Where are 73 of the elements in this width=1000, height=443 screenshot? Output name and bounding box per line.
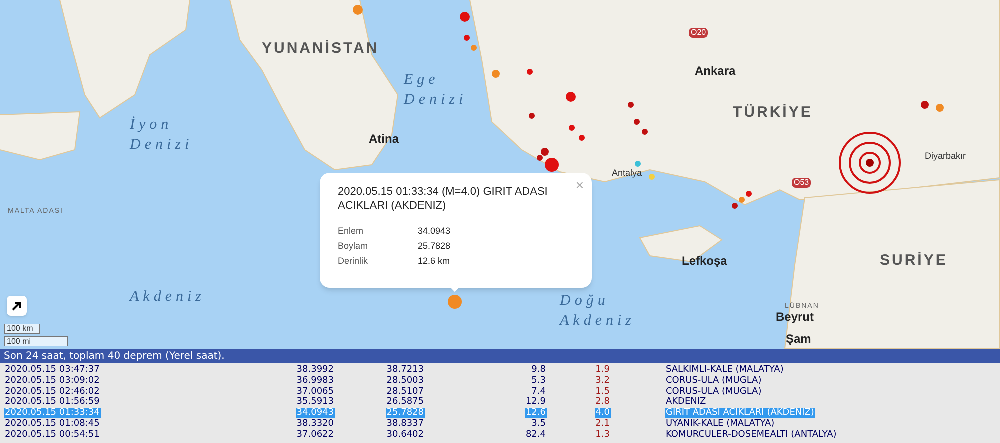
- place-label: Beyrut: [776, 309, 814, 326]
- table-cell[interactable]: 1.9: [594, 365, 611, 375]
- earthquake-marker[interactable]: [471, 45, 477, 51]
- table-cell[interactable]: KOMURCULER-DOSEMEALTI (ANTALYA): [665, 430, 838, 440]
- earthquake-marker[interactable]: [649, 174, 655, 180]
- table-cell[interactable]: 5.3: [530, 376, 547, 386]
- table-cell[interactable]: 9.8: [530, 365, 547, 375]
- place-label: Diyarbakır: [925, 150, 966, 163]
- sea-label: Akdeniz: [130, 288, 206, 307]
- table-cell[interactable]: 1.5: [594, 386, 611, 397]
- table-cell[interactable]: 38.8337: [386, 418, 425, 429]
- sea-label: Doğu Akdeniz: [560, 292, 636, 331]
- table-cell[interactable]: 2020.05.15 02:46:02: [4, 386, 101, 397]
- table-cell[interactable]: 1.3: [594, 430, 611, 440]
- table-cell[interactable]: 3.5: [530, 418, 547, 429]
- scale-bar: 100 mi: [4, 336, 68, 346]
- epicenter-rings-icon: [838, 131, 902, 195]
- diagonal-arrow-icon: [12, 301, 22, 311]
- field-value: 12.6 km: [418, 255, 450, 267]
- table-cell[interactable]: 38.7213: [386, 365, 425, 375]
- field-label: Boylam: [338, 240, 370, 252]
- table-cell[interactable]: 30.6402: [386, 430, 425, 440]
- earthquake-marker[interactable]: [732, 203, 738, 209]
- table-cell[interactable]: 2.1: [594, 418, 611, 429]
- road-sign: O20: [689, 28, 708, 38]
- table-cell[interactable]: UYANIK-KALE (MALATYA): [665, 418, 776, 429]
- place-label: Antalya: [612, 167, 642, 180]
- table-cell[interactable]: 26.5875: [386, 397, 425, 408]
- earthquake-marker[interactable]: [448, 295, 462, 309]
- field-value: 25.7828: [418, 240, 451, 252]
- country-label: YUNANİSTAN: [262, 39, 380, 59]
- table-cell[interactable]: 7.4: [530, 386, 547, 397]
- table-cell[interactable]: 3.2: [594, 376, 611, 386]
- earthquake-marker[interactable]: [460, 12, 470, 22]
- country-label: SURİYE: [880, 251, 948, 271]
- table-cell[interactable]: 82.4: [524, 430, 547, 440]
- table-cell[interactable]: 28.5107: [386, 386, 425, 397]
- earthquake-marker[interactable]: [545, 158, 559, 172]
- table-cell[interactable]: 37.0065: [296, 386, 335, 397]
- place-label: Ankara: [695, 63, 736, 80]
- table-cell[interactable]: 36.9983: [296, 376, 335, 386]
- place-label: Şam: [786, 331, 812, 348]
- earthquake-marker[interactable]: [537, 155, 543, 161]
- table-cell[interactable]: 38.3992: [296, 365, 335, 375]
- table-cell[interactable]: 37.0622: [296, 430, 335, 440]
- table-cell[interactable]: 2020.05.15 03:09:02: [4, 376, 101, 386]
- table-cell[interactable]: 2020.05.15 01:08:45: [4, 418, 101, 429]
- field-value: 34.0943: [418, 225, 451, 237]
- country-label: TÜRKİYE: [733, 103, 813, 123]
- table-cell[interactable]: 2020.05.15 03:47:37: [4, 365, 101, 375]
- field-label: Derinlik: [338, 255, 370, 267]
- table-cell[interactable]: 38.3320: [296, 418, 335, 429]
- table-cell[interactable]: 12.9: [524, 397, 547, 408]
- table-cell[interactable]: CORUS-ULA (MUGLA): [665, 376, 763, 386]
- table-cell[interactable]: 28.5003: [386, 376, 425, 386]
- list-header: Son 24 saat, toplam 40 deprem (Yerel saat).: [4, 350, 225, 364]
- earthquake-marker[interactable]: [464, 35, 470, 41]
- popup-title: 2020.05.15 01:33:34 (M=4.0) GIRIT ADASI ACIKLARI (AKDENIZ): [338, 185, 549, 213]
- field-label: Enlem: [338, 225, 365, 237]
- road-sign: O53: [792, 178, 812, 188]
- sea-label: Ege Denizi: [404, 71, 468, 110]
- table-cell[interactable]: CORUS-ULA (MUGLA): [665, 386, 763, 397]
- scale-bar: 100 km: [4, 324, 40, 334]
- place-label: Lefkoşa: [682, 253, 728, 270]
- table-cell[interactable]: 2020.05.15 00:54:51: [4, 430, 101, 440]
- table-cell[interactable]: AKDENIZ: [665, 397, 708, 408]
- table-cell[interactable]: SALKIMLI-KALE (MALATYA): [665, 365, 785, 375]
- table-cell[interactable]: 2.8: [594, 397, 611, 408]
- expand-button[interactable]: [7, 296, 27, 316]
- sea-label: İyon Denizi: [130, 116, 194, 155]
- table-cell[interactable]: 35.5913: [296, 397, 335, 408]
- table-cell[interactable]: 2020.05.15 01:56:59: [4, 397, 101, 408]
- place-label: Atina: [369, 131, 399, 148]
